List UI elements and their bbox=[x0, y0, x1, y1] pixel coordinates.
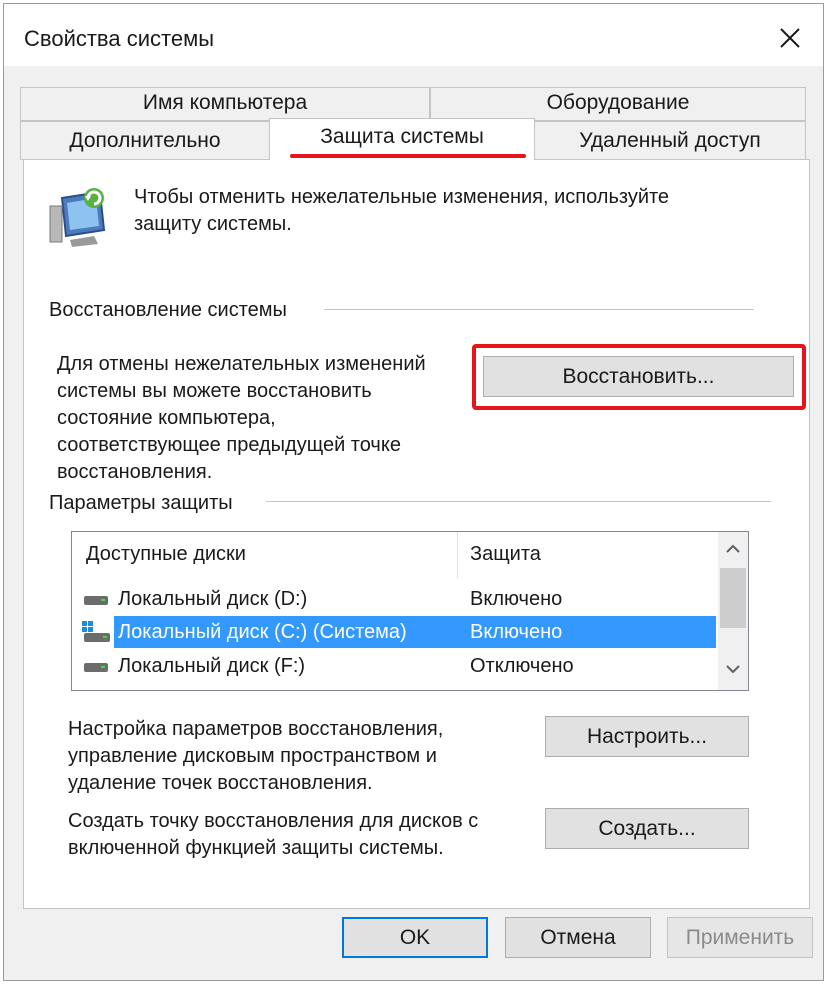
restore-desc-2: системы вы можете восстановить bbox=[57, 380, 372, 402]
tab-computer-name[interactable]: Имя компьютера bbox=[20, 87, 430, 121]
drive-name: Локальный диск (F:) bbox=[118, 655, 306, 677]
drive-status: Отключено bbox=[470, 655, 574, 677]
tab-hardware[interactable]: Оборудование bbox=[430, 87, 806, 121]
title-bar: Свойства системы bbox=[4, 4, 823, 66]
create-button[interactable]: Создать... bbox=[545, 808, 749, 849]
col-header-protection[interactable]: Защита bbox=[470, 543, 541, 566]
table-row[interactable]: Локальный диск (F:) Отключено bbox=[72, 650, 716, 682]
configure-button[interactable]: Настроить... bbox=[545, 716, 749, 757]
drives-list[interactable]: Доступные диски Защита Локальный диск (D… bbox=[71, 531, 749, 691]
restore-heading: Восстановление системы bbox=[49, 299, 287, 321]
window-title: Свойства системы bbox=[24, 26, 215, 51]
intro-text-line2: защиту системы. bbox=[134, 213, 292, 235]
drive-icon bbox=[84, 663, 108, 672]
system-drive-icon bbox=[82, 621, 110, 642]
apply-button[interactable]: Применить bbox=[667, 917, 813, 958]
configure-desc-3: удаление точек восстановления. bbox=[68, 772, 373, 794]
close-icon bbox=[780, 28, 800, 48]
col-header-divider bbox=[457, 532, 458, 578]
scroll-down-icon[interactable] bbox=[726, 664, 740, 674]
protection-heading: Параметры защиты bbox=[49, 492, 233, 514]
restore-desc-1: Для отмены нежелательных изменений bbox=[57, 353, 426, 375]
restore-desc-5: восстановления. bbox=[57, 461, 213, 483]
tab-remote[interactable]: Удаленный доступ bbox=[534, 121, 806, 160]
restore-desc-4: соответствующее предыдущей точке bbox=[57, 434, 401, 456]
drive-name: Локальный диск (D:) bbox=[118, 588, 308, 610]
scroll-up-icon[interactable] bbox=[726, 544, 740, 554]
drive-name: Локальный диск (C:) (Система) bbox=[118, 621, 407, 643]
restore-button[interactable]: Восстановить... bbox=[483, 356, 794, 397]
create-desc-2: включенной функцией защиты системы. bbox=[68, 837, 444, 859]
system-protection-icon bbox=[48, 184, 114, 250]
close-button[interactable] bbox=[760, 14, 820, 62]
drive-icon bbox=[84, 596, 108, 605]
active-tab-red-underline bbox=[290, 154, 526, 158]
drive-status: Включено bbox=[470, 621, 563, 643]
vertical-scrollbar[interactable] bbox=[718, 532, 748, 690]
restore-divider bbox=[324, 309, 754, 310]
restore-desc-3: состояние компьютера, bbox=[57, 407, 276, 429]
system-properties-window: Свойства системы Имя компьютера Оборудов… bbox=[3, 3, 824, 981]
ok-button[interactable]: OK bbox=[342, 917, 488, 958]
configure-desc-2: управление дисковым пространством и bbox=[68, 745, 437, 767]
create-desc-1: Создать точку восстановления для дисков … bbox=[68, 810, 479, 832]
drive-status: Включено bbox=[470, 588, 563, 610]
col-header-drives[interactable]: Доступные диски bbox=[86, 543, 246, 566]
configure-desc-1: Настройка параметров восстановления, bbox=[68, 718, 444, 740]
cancel-button[interactable]: Отмена bbox=[505, 917, 651, 958]
protection-divider bbox=[266, 501, 771, 502]
tab-advanced[interactable]: Дополнительно bbox=[20, 121, 270, 160]
table-row-selected[interactable]: Локальный диск (C:) (Система) Включено bbox=[72, 616, 716, 648]
intro-text-line1: Чтобы отменить нежелательные изменения, … bbox=[134, 186, 670, 208]
table-row[interactable]: Локальный диск (D:) Включено bbox=[72, 583, 716, 615]
scroll-thumb[interactable] bbox=[720, 568, 746, 628]
